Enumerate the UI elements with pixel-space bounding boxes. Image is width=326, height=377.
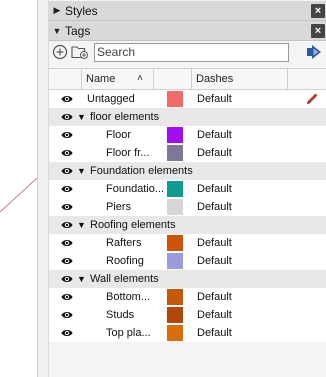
tag-dashes[interactable]: Default — [197, 180, 232, 198]
eye-icon[interactable] — [61, 255, 73, 267]
add-tag-icon[interactable] — [50, 42, 70, 62]
tag-color-swatch[interactable] — [167, 199, 183, 215]
tag-dashes[interactable]: Default — [197, 324, 232, 342]
eye-icon[interactable] — [61, 273, 73, 285]
search-field[interactable] — [94, 42, 289, 62]
tag-dashes[interactable]: Default — [197, 90, 232, 108]
visibility-column-header[interactable] — [49, 69, 82, 89]
tag-name[interactable]: Bottom... — [106, 288, 150, 306]
tag-dashes[interactable]: Default — [197, 198, 232, 216]
tag-folder-row[interactable]: ▼ Foundation elements — [49, 162, 326, 180]
tag-color-swatch[interactable] — [167, 127, 183, 143]
tag-color-swatch[interactable] — [167, 307, 183, 323]
tags-panel-header[interactable]: ▼ Tags × — [49, 21, 326, 41]
eye-icon[interactable] — [61, 147, 73, 159]
tag-name[interactable]: Studs — [106, 306, 134, 324]
active-tag-pencil-icon[interactable] — [305, 92, 319, 106]
eye-icon[interactable] — [61, 309, 73, 321]
tag-color-swatch[interactable] — [167, 253, 183, 269]
expand-triangle-icon[interactable]: ▼ — [77, 110, 86, 124]
eye-icon[interactable] — [61, 237, 73, 249]
tag-name[interactable]: Foundatio... — [106, 180, 164, 198]
tags-panel-title: Tags — [65, 23, 91, 38]
tag-name[interactable]: Floor fr... — [106, 144, 149, 162]
tag-row[interactable]: Bottom... Default — [49, 288, 326, 306]
tag-color-swatch[interactable] — [167, 91, 183, 107]
collapse-right-icon[interactable]: ▶ — [49, 5, 65, 16]
tags-column-header: Name ˄ Dashes — [49, 68, 326, 90]
name-column-header[interactable]: Name ˄ — [82, 69, 154, 89]
tray-resize-edge[interactable] — [38, 0, 49, 377]
name-column-label: Name — [86, 73, 116, 85]
dashes-column-header[interactable]: Dashes — [192, 69, 288, 89]
tag-row[interactable]: Roofing Default — [49, 252, 326, 270]
tag-name[interactable]: Roofing — [106, 252, 144, 270]
tag-dashes[interactable]: Default — [197, 144, 232, 162]
eye-icon[interactable] — [61, 111, 73, 123]
expand-triangle-icon[interactable]: ▼ — [77, 218, 86, 232]
tag-dashes[interactable]: Default — [197, 234, 232, 252]
styles-close-button[interactable]: × — [311, 3, 325, 18]
eye-icon[interactable] — [61, 129, 73, 141]
tag-name[interactable]: Top pla... — [106, 324, 151, 342]
collapse-down-icon[interactable]: ▼ — [49, 26, 65, 36]
tag-row[interactable]: Foundatio... Default — [49, 180, 326, 198]
tag-name[interactable]: Piers — [106, 198, 131, 216]
sort-ascending-icon: ˄ — [137, 73, 143, 84]
tag-color-swatch[interactable] — [167, 289, 183, 305]
tag-color-swatch[interactable] — [167, 145, 183, 161]
tag-row[interactable]: Untagged Default — [49, 90, 326, 108]
tag-color-swatch[interactable] — [167, 325, 183, 341]
tag-dashes[interactable]: Default — [197, 126, 232, 144]
tag-folder-row[interactable]: ▼ Wall elements — [49, 270, 326, 288]
eye-icon[interactable] — [61, 291, 73, 303]
tag-dashes[interactable]: Default — [197, 252, 232, 270]
tag-name[interactable]: Rafters — [106, 234, 141, 252]
tags-toolbar — [49, 40, 326, 64]
tag-row[interactable]: Floor Default — [49, 126, 326, 144]
tag-name[interactable]: Floor — [106, 126, 131, 144]
tag-color-swatch[interactable] — [167, 181, 183, 197]
add-folder-icon[interactable] — [70, 42, 90, 62]
tag-folder-name: Foundation elements — [90, 165, 193, 177]
tag-dashes[interactable]: Default — [197, 288, 232, 306]
dashes-column-label: Dashes — [196, 73, 234, 85]
tag-color-swatch[interactable] — [167, 235, 183, 251]
tag-folder-row[interactable]: ▼ floor elements — [49, 108, 326, 126]
tag-row[interactable]: Piers Default — [49, 198, 326, 216]
color-column-header[interactable] — [154, 69, 192, 89]
details-arrow-icon[interactable] — [305, 43, 323, 61]
model-edge-line — [0, 177, 37, 213]
eye-icon[interactable] — [61, 219, 73, 231]
tag-row[interactable]: Top pla... Default — [49, 324, 326, 342]
tag-folder-name: Wall elements — [90, 273, 159, 285]
tag-row[interactable]: Rafters Default — [49, 234, 326, 252]
tag-row[interactable]: Studs Default — [49, 306, 326, 324]
search-input[interactable] — [95, 45, 274, 59]
tags-close-button[interactable]: × — [311, 23, 325, 38]
eye-icon[interactable] — [61, 183, 73, 195]
tag-folder-name: Roofing elements — [90, 219, 176, 231]
expand-triangle-icon[interactable]: ▼ — [77, 272, 86, 286]
eye-icon[interactable] — [61, 93, 73, 105]
styles-panel-header[interactable]: ▶ Styles × — [49, 1, 326, 21]
tag-row[interactable]: Floor fr... Default — [49, 144, 326, 162]
model-canvas[interactable] — [0, 0, 37, 377]
eye-icon[interactable] — [61, 201, 73, 213]
tag-folder-name: floor elements — [90, 111, 160, 123]
expand-triangle-icon[interactable]: ▼ — [77, 164, 86, 178]
tag-folder-row[interactable]: ▼ Roofing elements — [49, 216, 326, 234]
styles-panel-title: Styles — [65, 3, 98, 18]
tray-panel: ▶ Styles × ▼ Tags × Search Name ˄ Dashes… — [37, 0, 326, 377]
tags-list: Untagged Default ▼ floor elements Floor Defau… — [49, 90, 326, 342]
eye-icon[interactable] — [61, 327, 73, 339]
eye-icon[interactable] — [61, 165, 73, 177]
extra-column-header — [288, 69, 326, 89]
tag-name[interactable]: Untagged — [87, 90, 135, 108]
tag-dashes[interactable]: Default — [197, 306, 232, 324]
